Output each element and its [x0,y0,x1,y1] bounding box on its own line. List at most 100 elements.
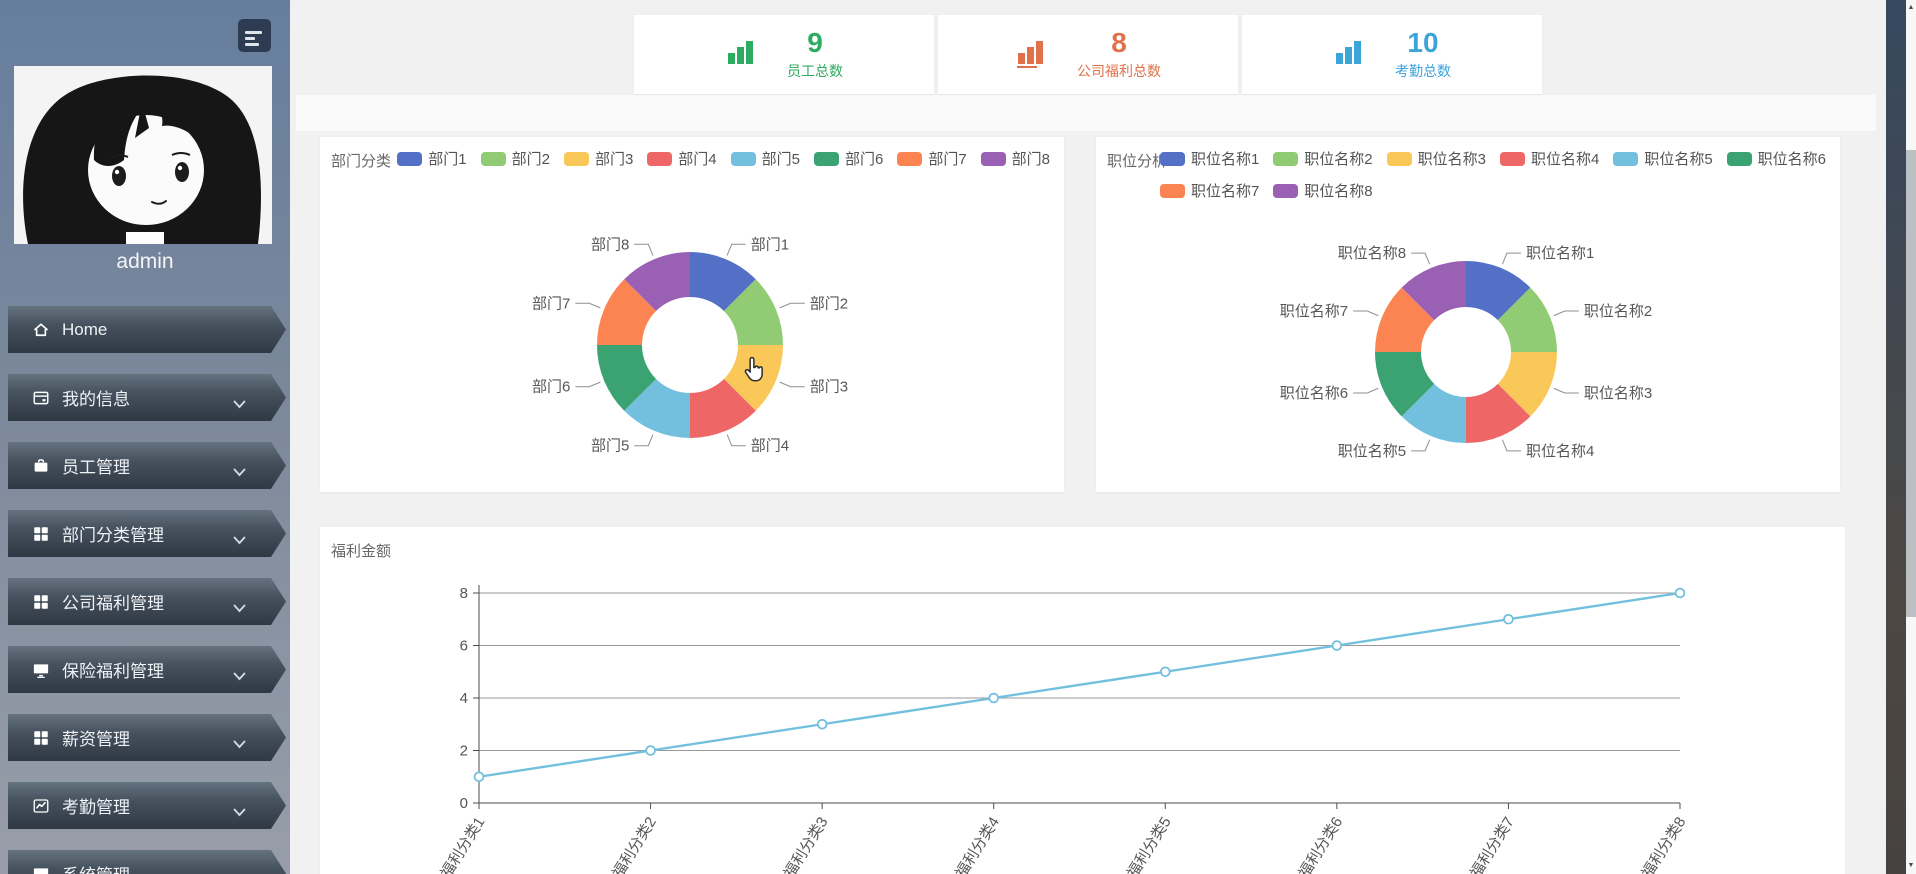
vertical-scrollbar[interactable]: ▲ ▼ [1906,0,1916,874]
data-point-福利分类8[interactable] [1676,589,1685,598]
y-tick-label: 4 [460,690,468,707]
sidebar-item-label: 考勤管理 [62,793,130,818]
data-point-福利分类6[interactable] [1332,641,1341,650]
sidebar-item-attendance-mgmt[interactable]: 考勤管理 [8,782,286,829]
grid-icon [32,729,50,747]
chevron-down-icon [233,462,246,482]
bar-chart-icon [1333,37,1367,73]
donut-slice-label: 部门7 [532,295,570,312]
sidebar-item-insurance-benefit-mgmt[interactable]: 保险福利管理 [8,646,286,693]
x-tick-label: 福利分类2 [609,814,660,874]
avatar-illustration [14,66,272,244]
sidebar-item-salary-mgmt[interactable]: 薪资管理 [8,714,286,761]
donut-slice-label: 职位名称3 [1584,385,1652,402]
y-tick-label: 0 [460,795,468,812]
benefit-line-series [479,593,1680,777]
avatar [14,66,272,244]
data-point-福利分类3[interactable] [818,720,827,729]
donut-slice-label: 职位名称1 [1526,245,1594,262]
x-tick-label: 福利分类1 [438,814,489,874]
panel-department-pie: 部门分类 部门1部门2部门3部门4部门5部门6部门7部门8 部门1部门2部门3部… [320,137,1064,492]
panel-benefit-line: 福利金额 02468福利分类1福利分类2福利分类3福利分类4福利分类5福利分类6… [320,527,1845,874]
benefit-line-chart: 02468福利分类1福利分类2福利分类3福利分类4福利分类5福利分类6福利分类7… [320,527,1845,874]
data-point-福利分类1[interactable] [475,772,484,781]
stat-label: 考勤总数 [1395,61,1451,81]
sidebar-item-label: Home [62,320,107,340]
bar-chart-underline-icon [1015,37,1049,73]
sidebar-item-system-mgmt[interactable]: 系统管理 [8,850,286,874]
x-tick-label: 福利分类3 [781,814,832,874]
chevron-down-icon [233,530,246,550]
position-donut-chart: 职位名称1职位名称2职位名称3职位名称4职位名称5职位名称6职位名称7职位名称8 [1096,137,1840,492]
y-tick-label: 8 [460,585,468,602]
sidebar-item-home[interactable]: Home [8,306,286,353]
department-donut-chart: 部门1 部门2 部门3 部门4 部门5 部门6 部门7 部门8 [320,137,1064,492]
sidebar-item-label: 薪资管理 [62,725,130,750]
sidebar-item-label: 我的信息 [62,385,130,410]
x-tick-label: 福利分类7 [1467,814,1518,874]
content-band [296,95,1876,131]
sidebar-toggle-button[interactable] [238,19,271,52]
donut-slice-label: 职位名称2 [1584,303,1652,320]
panel-position-pie: 职位分析 职位名称1职位名称2职位名称3职位名称4职位名称5职位名称6职位名称7… [1096,137,1840,492]
sidebar: admin Home 我的信息员工管理部门分类管理公司福利管理保险福利管理薪资管理… [0,0,290,874]
donut-slice-label: 部门1 [751,236,789,253]
main-content: 9员工总数8公司福利总数10考勤总数 部门分类 部门1部门2部门3部门4部门5部… [290,0,1886,874]
x-tick-label: 福利分类5 [1124,814,1175,874]
stat-value: 10 [1395,28,1451,58]
sidebar-menu: Home 我的信息员工管理部门分类管理公司福利管理保险福利管理薪资管理考勤管理系统… [8,306,286,874]
hamburger-icon [245,31,271,46]
data-point-福利分类5[interactable] [1161,667,1170,676]
stat-label: 员工总数 [787,61,843,81]
donut-slice-label: 部门5 [591,438,629,455]
desktop-icon [32,865,50,874]
bar-chart-icon [725,37,759,73]
scrollbar-thumb[interactable] [1906,150,1916,617]
chevron-down-icon [233,598,246,618]
right-dark-strip [1886,0,1906,874]
username: admin [0,250,290,274]
donut-slice-label: 职位名称8 [1338,245,1406,262]
sidebar-item-label: 系统管理 [62,861,130,874]
donut-slice-label: 部门4 [751,438,789,455]
donut-slice-label: 职位名称5 [1338,443,1406,460]
donut-slice-label: 职位名称4 [1526,443,1594,460]
id-card-icon [32,389,50,407]
stat-label: 公司福利总数 [1077,61,1161,81]
chevron-down-icon [233,666,246,686]
sidebar-item-employee-mgmt[interactable]: 员工管理 [8,442,286,489]
donut-slice-label: 职位名称7 [1280,303,1348,320]
stats-row: 9 员工总数 8 公司福利总数 10 考勤总数 [290,15,1886,94]
chevron-down-icon [233,802,246,822]
stat-card-company-benefit-total: 8 公司福利总数 [938,15,1238,94]
scroll-up-arrow-icon[interactable]: ▲ [1906,0,1916,16]
data-point-福利分类4[interactable] [989,694,998,703]
donut-slice-label: 部门2 [810,295,848,312]
donut-slice-label: 部门3 [810,379,848,396]
chevron-down-icon [233,870,246,874]
sidebar-item-my-info[interactable]: 我的信息 [8,374,286,421]
chart-line-icon [32,797,50,815]
sidebar-item-dept-category-mgmt[interactable]: 部门分类管理 [8,510,286,557]
stat-value: 8 [1077,28,1161,58]
stat-value: 9 [787,28,843,58]
sidebar-item-company-benefit-mgmt[interactable]: 公司福利管理 [8,578,286,625]
data-point-福利分类2[interactable] [646,746,655,755]
x-tick-label: 福利分类8 [1639,814,1690,874]
donut-slice-label: 部门8 [591,236,629,253]
sidebar-item-label: 部门分类管理 [62,521,164,546]
sidebar-item-label: 保险福利管理 [62,657,164,682]
stat-card-attendance-total: 10 考勤总数 [1242,15,1542,94]
data-point-福利分类7[interactable] [1504,615,1513,624]
desktop-icon [32,661,50,679]
y-tick-label: 6 [460,638,468,655]
x-tick-label: 福利分类4 [952,814,1003,874]
y-tick-label: 2 [460,743,468,760]
donut-slice-label: 部门6 [532,379,570,396]
briefcase-icon [32,457,50,475]
scroll-down-arrow-icon[interactable]: ▼ [1906,858,1916,874]
stat-card-employee-total: 9 员工总数 [634,15,934,94]
chevron-down-icon [233,734,246,754]
home-icon [32,321,50,339]
sidebar-item-label: 员工管理 [62,453,130,478]
